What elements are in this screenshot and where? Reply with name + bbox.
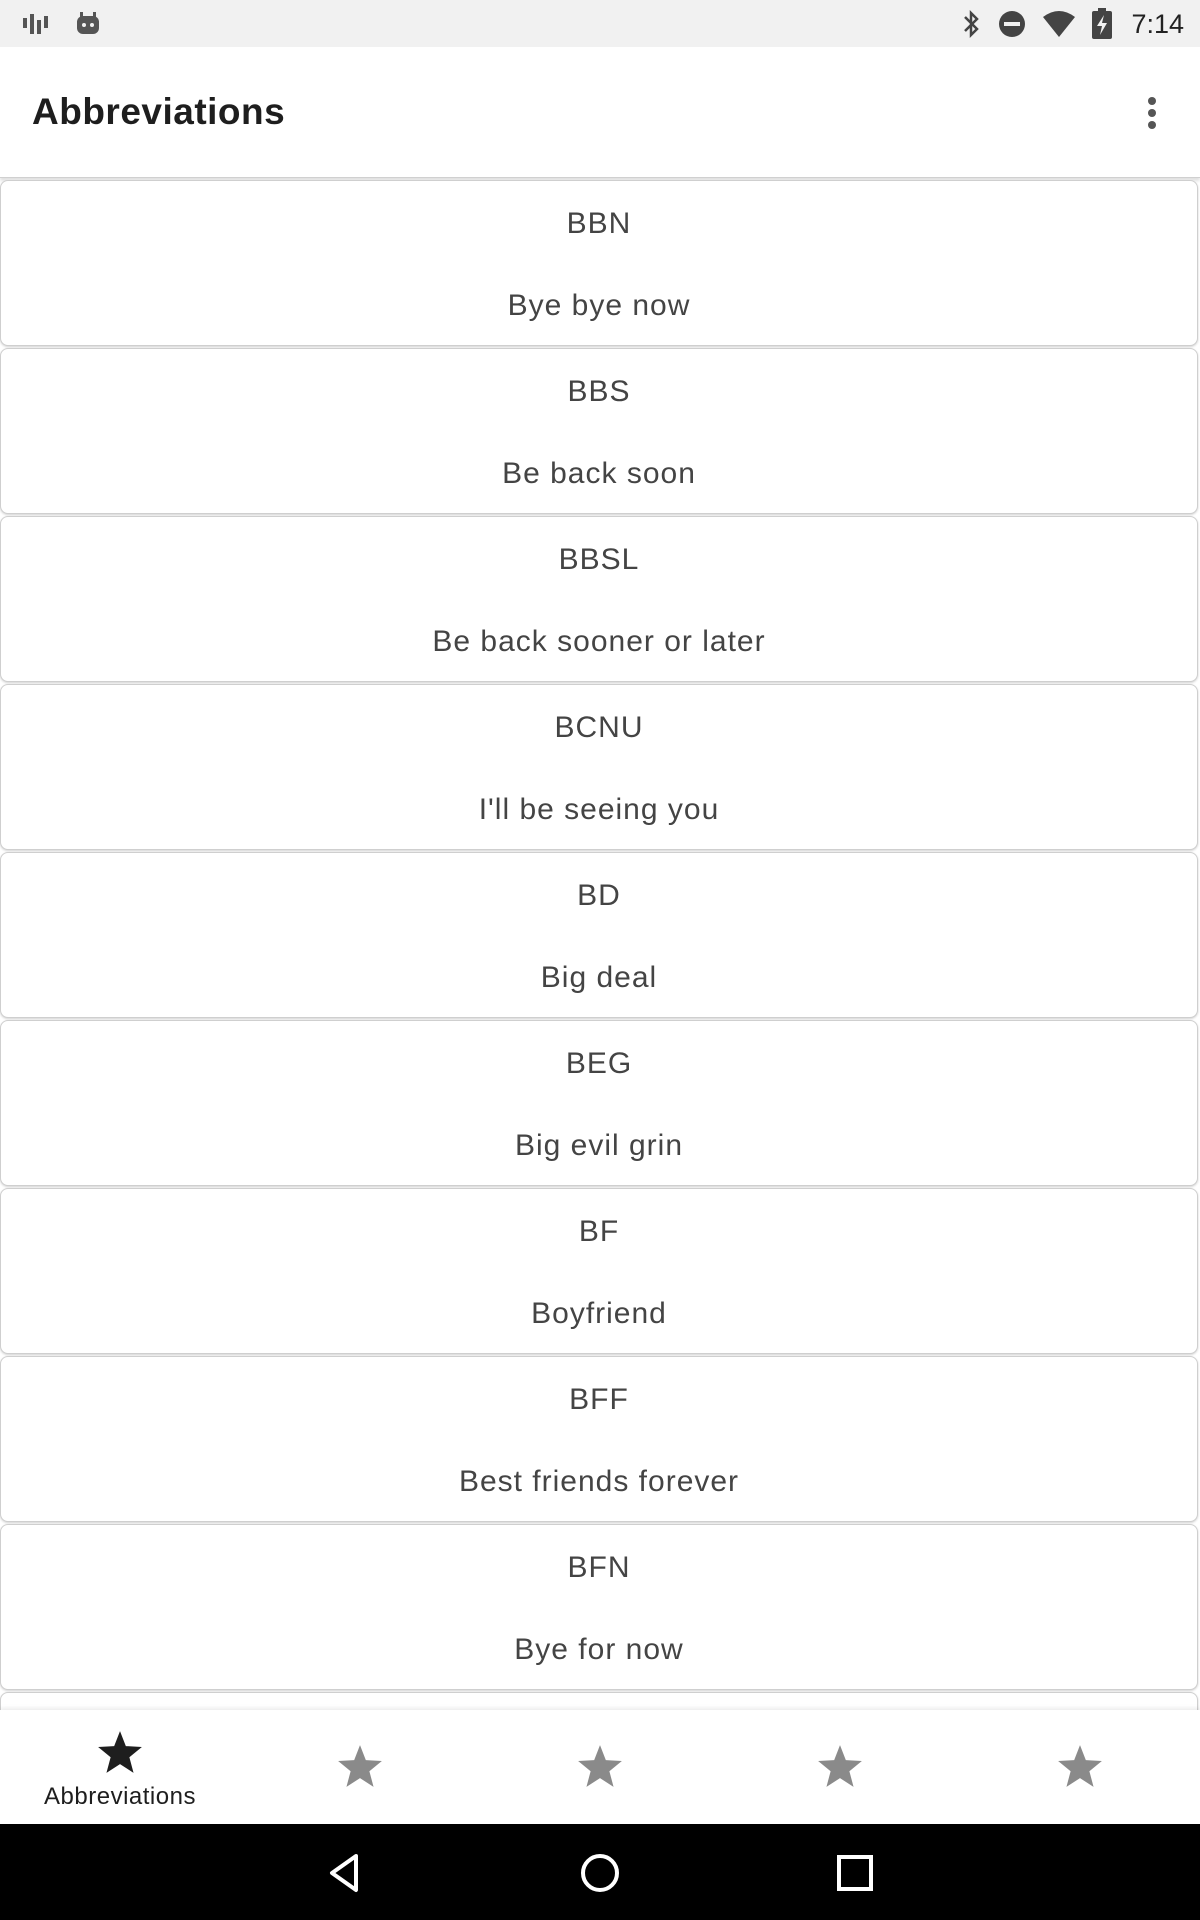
list-item[interactable]: BBSL Be back sooner or later xyxy=(0,516,1198,682)
abbreviation-text: BFF xyxy=(569,1383,629,1416)
list-item[interactable]: BEG Big evil grin xyxy=(0,1020,1198,1186)
abbreviation-text: BD xyxy=(577,879,621,912)
home-icon[interactable] xyxy=(577,1850,623,1896)
abbreviation-text: BBN xyxy=(566,207,632,240)
list-item[interactable]: BBS Be back soon xyxy=(0,348,1198,514)
status-bar: 7:14 xyxy=(0,0,1200,47)
list-item[interactable]: BFN Bye for now xyxy=(0,1524,1198,1690)
list-item[interactable]: BBN Bye bye now xyxy=(0,180,1198,346)
status-left-icons xyxy=(22,8,102,40)
meaning-text: Be back sooner or later xyxy=(432,625,766,658)
abbreviation-text: BCNU xyxy=(554,711,644,744)
status-right-icons: 7:14 xyxy=(959,8,1184,40)
recents-icon[interactable] xyxy=(832,1850,878,1896)
list-item[interactable]: BCNU I'll be seeing you xyxy=(0,684,1198,850)
star-icon xyxy=(338,1745,382,1787)
meaning-text: Bye for now xyxy=(514,1633,684,1666)
meaning-text: Bye bye now xyxy=(507,289,691,322)
abbreviation-text: BBSL xyxy=(558,543,640,576)
android-debug-icon xyxy=(77,12,99,34)
do-not-disturb-icon xyxy=(999,11,1026,37)
wifi-icon xyxy=(1043,11,1076,37)
battery-charging-icon xyxy=(1092,8,1113,39)
star-icon xyxy=(578,1745,622,1787)
status-time: 7:14 xyxy=(1131,8,1184,39)
bottom-nav-label: Abbreviations xyxy=(44,1783,196,1810)
bottom-nav-item-2[interactable] xyxy=(240,1710,480,1824)
meaning-text: Big deal xyxy=(540,961,658,994)
overflow-menu-button[interactable] xyxy=(1122,83,1182,143)
bottom-nav-item-1[interactable]: Abbreviations xyxy=(0,1710,240,1824)
overflow-menu-icon xyxy=(1148,97,1156,129)
star-icon xyxy=(98,1731,142,1773)
meaning-text: Big evil grin xyxy=(514,1129,684,1162)
meaning-text: Best friends forever xyxy=(458,1465,740,1498)
abbreviation-text: BBS xyxy=(567,375,631,408)
list-item[interactable]: BF Boyfriend xyxy=(0,1188,1198,1354)
star-icon xyxy=(1058,1745,1102,1787)
bottom-nav-item-3[interactable] xyxy=(480,1710,720,1824)
abbreviation-text: BFN xyxy=(567,1551,631,1584)
page-title: Abbreviations xyxy=(32,91,286,132)
meaning-text: Boyfriend xyxy=(531,1297,667,1330)
back-icon[interactable] xyxy=(322,1850,368,1896)
meaning-text: I'll be seeing you xyxy=(478,793,720,826)
bluetooth-icon xyxy=(964,9,980,39)
system-navigation-bar xyxy=(0,1824,1200,1920)
signal-bars-icon xyxy=(23,14,48,34)
bottom-nav-item-4[interactable] xyxy=(720,1710,960,1824)
list-item[interactable]: BFF Best friends forever xyxy=(0,1356,1198,1522)
star-icon xyxy=(818,1745,862,1787)
abbreviation-text: BF xyxy=(578,1215,620,1248)
bottom-navigation: Abbreviations xyxy=(0,1710,1200,1824)
abbreviation-text: BEG xyxy=(565,1047,633,1080)
bottom-nav-item-5[interactable] xyxy=(960,1710,1200,1824)
abbreviation-list[interactable]: BBN Bye bye now BBS Be back soon BBSL Be back… xyxy=(0,180,1200,1710)
meaning-text: Be back soon xyxy=(502,457,696,490)
app-bar: Abbreviations xyxy=(0,47,1200,178)
list-item[interactable] xyxy=(0,1692,1198,1710)
list-item[interactable]: BD Big deal xyxy=(0,852,1198,1018)
